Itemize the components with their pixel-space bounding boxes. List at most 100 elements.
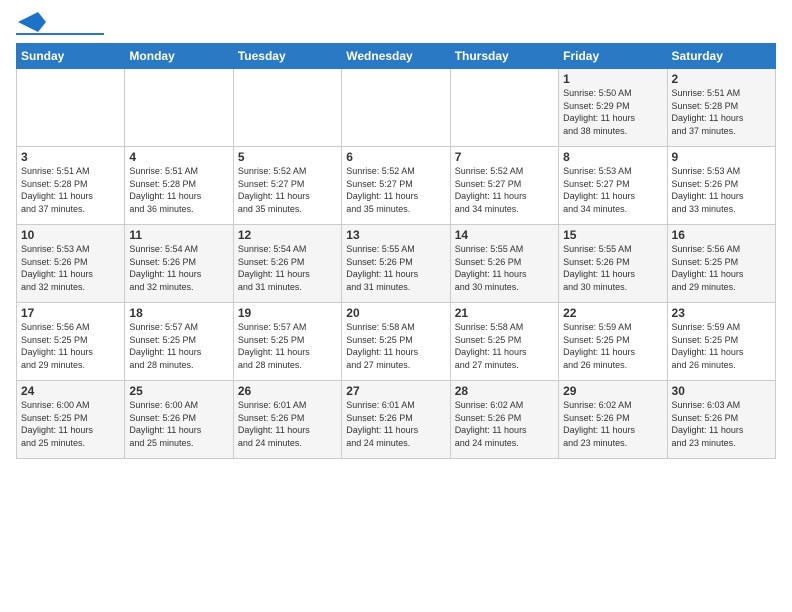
day-info: Sunrise: 5:59 AM Sunset: 5:25 PM Dayligh… — [672, 321, 771, 371]
day-number: 19 — [238, 306, 337, 320]
day-number: 22 — [563, 306, 662, 320]
calendar-cell: 1Sunrise: 5:50 AM Sunset: 5:29 PM Daylig… — [559, 69, 667, 147]
day-info: Sunrise: 5:58 AM Sunset: 5:25 PM Dayligh… — [455, 321, 554, 371]
day-info: Sunrise: 5:56 AM Sunset: 5:25 PM Dayligh… — [672, 243, 771, 293]
day-number: 8 — [563, 150, 662, 164]
day-number: 16 — [672, 228, 771, 242]
day-number: 28 — [455, 384, 554, 398]
calendar-header-row: SundayMondayTuesdayWednesdayThursdayFrid… — [17, 44, 776, 69]
weekday-header: Sunday — [17, 44, 125, 69]
calendar-cell: 14Sunrise: 5:55 AM Sunset: 5:26 PM Dayli… — [450, 225, 558, 303]
day-number: 9 — [672, 150, 771, 164]
calendar-cell: 27Sunrise: 6:01 AM Sunset: 5:26 PM Dayli… — [342, 381, 450, 459]
calendar-cell — [233, 69, 341, 147]
calendar-cell: 11Sunrise: 5:54 AM Sunset: 5:26 PM Dayli… — [125, 225, 233, 303]
calendar-cell: 6Sunrise: 5:52 AM Sunset: 5:27 PM Daylig… — [342, 147, 450, 225]
calendar-cell: 25Sunrise: 6:00 AM Sunset: 5:26 PM Dayli… — [125, 381, 233, 459]
day-info: Sunrise: 5:51 AM Sunset: 5:28 PM Dayligh… — [672, 87, 771, 137]
day-info: Sunrise: 5:50 AM Sunset: 5:29 PM Dayligh… — [563, 87, 662, 137]
calendar-cell: 3Sunrise: 5:51 AM Sunset: 5:28 PM Daylig… — [17, 147, 125, 225]
calendar-cell: 26Sunrise: 6:01 AM Sunset: 5:26 PM Dayli… — [233, 381, 341, 459]
day-info: Sunrise: 5:52 AM Sunset: 5:27 PM Dayligh… — [455, 165, 554, 215]
day-info: Sunrise: 5:52 AM Sunset: 5:27 PM Dayligh… — [346, 165, 445, 215]
day-number: 14 — [455, 228, 554, 242]
calendar-cell: 8Sunrise: 5:53 AM Sunset: 5:27 PM Daylig… — [559, 147, 667, 225]
weekday-header: Tuesday — [233, 44, 341, 69]
calendar-cell: 4Sunrise: 5:51 AM Sunset: 5:28 PM Daylig… — [125, 147, 233, 225]
calendar-cell: 19Sunrise: 5:57 AM Sunset: 5:25 PM Dayli… — [233, 303, 341, 381]
day-info: Sunrise: 5:51 AM Sunset: 5:28 PM Dayligh… — [129, 165, 228, 215]
calendar-cell: 20Sunrise: 5:58 AM Sunset: 5:25 PM Dayli… — [342, 303, 450, 381]
calendar-week-row: 24Sunrise: 6:00 AM Sunset: 5:25 PM Dayli… — [17, 381, 776, 459]
day-info: Sunrise: 5:55 AM Sunset: 5:26 PM Dayligh… — [563, 243, 662, 293]
day-info: Sunrise: 5:59 AM Sunset: 5:25 PM Dayligh… — [563, 321, 662, 371]
day-info: Sunrise: 5:58 AM Sunset: 5:25 PM Dayligh… — [346, 321, 445, 371]
day-info: Sunrise: 6:00 AM Sunset: 5:25 PM Dayligh… — [21, 399, 120, 449]
calendar-cell: 7Sunrise: 5:52 AM Sunset: 5:27 PM Daylig… — [450, 147, 558, 225]
calendar-cell: 29Sunrise: 6:02 AM Sunset: 5:26 PM Dayli… — [559, 381, 667, 459]
day-info: Sunrise: 6:01 AM Sunset: 5:26 PM Dayligh… — [238, 399, 337, 449]
day-number: 30 — [672, 384, 771, 398]
page-header — [16, 16, 776, 35]
day-number: 7 — [455, 150, 554, 164]
logo — [16, 16, 104, 35]
day-info: Sunrise: 5:53 AM Sunset: 5:26 PM Dayligh… — [21, 243, 120, 293]
weekday-header: Monday — [125, 44, 233, 69]
day-info: Sunrise: 5:56 AM Sunset: 5:25 PM Dayligh… — [21, 321, 120, 371]
day-info: Sunrise: 6:02 AM Sunset: 5:26 PM Dayligh… — [563, 399, 662, 449]
calendar-cell: 9Sunrise: 5:53 AM Sunset: 5:26 PM Daylig… — [667, 147, 775, 225]
day-number: 21 — [455, 306, 554, 320]
calendar-cell: 10Sunrise: 5:53 AM Sunset: 5:26 PM Dayli… — [17, 225, 125, 303]
day-info: Sunrise: 5:57 AM Sunset: 5:25 PM Dayligh… — [238, 321, 337, 371]
day-info: Sunrise: 5:53 AM Sunset: 5:27 PM Dayligh… — [563, 165, 662, 215]
day-number: 11 — [129, 228, 228, 242]
day-info: Sunrise: 5:53 AM Sunset: 5:26 PM Dayligh… — [672, 165, 771, 215]
day-info: Sunrise: 5:54 AM Sunset: 5:26 PM Dayligh… — [238, 243, 337, 293]
calendar-cell: 24Sunrise: 6:00 AM Sunset: 5:25 PM Dayli… — [17, 381, 125, 459]
day-number: 29 — [563, 384, 662, 398]
day-info: Sunrise: 5:51 AM Sunset: 5:28 PM Dayligh… — [21, 165, 120, 215]
day-number: 6 — [346, 150, 445, 164]
weekday-header: Saturday — [667, 44, 775, 69]
day-info: Sunrise: 5:55 AM Sunset: 5:26 PM Dayligh… — [455, 243, 554, 293]
weekday-header: Friday — [559, 44, 667, 69]
day-info: Sunrise: 6:01 AM Sunset: 5:26 PM Dayligh… — [346, 399, 445, 449]
calendar-cell: 16Sunrise: 5:56 AM Sunset: 5:25 PM Dayli… — [667, 225, 775, 303]
day-info: Sunrise: 5:57 AM Sunset: 5:25 PM Dayligh… — [129, 321, 228, 371]
day-number: 20 — [346, 306, 445, 320]
day-number: 23 — [672, 306, 771, 320]
day-number: 26 — [238, 384, 337, 398]
day-number: 15 — [563, 228, 662, 242]
calendar-cell: 18Sunrise: 5:57 AM Sunset: 5:25 PM Dayli… — [125, 303, 233, 381]
calendar-week-row: 17Sunrise: 5:56 AM Sunset: 5:25 PM Dayli… — [17, 303, 776, 381]
day-number: 18 — [129, 306, 228, 320]
day-number: 1 — [563, 72, 662, 86]
day-info: Sunrise: 6:03 AM Sunset: 5:26 PM Dayligh… — [672, 399, 771, 449]
calendar-cell — [450, 69, 558, 147]
day-number: 12 — [238, 228, 337, 242]
day-number: 10 — [21, 228, 120, 242]
calendar-cell: 23Sunrise: 5:59 AM Sunset: 5:25 PM Dayli… — [667, 303, 775, 381]
day-number: 4 — [129, 150, 228, 164]
calendar-cell — [17, 69, 125, 147]
calendar-cell — [342, 69, 450, 147]
weekday-header: Thursday — [450, 44, 558, 69]
weekday-header: Wednesday — [342, 44, 450, 69]
day-info: Sunrise: 6:00 AM Sunset: 5:26 PM Dayligh… — [129, 399, 228, 449]
day-number: 17 — [21, 306, 120, 320]
calendar-cell: 13Sunrise: 5:55 AM Sunset: 5:26 PM Dayli… — [342, 225, 450, 303]
calendar-week-row: 3Sunrise: 5:51 AM Sunset: 5:28 PM Daylig… — [17, 147, 776, 225]
day-number: 25 — [129, 384, 228, 398]
day-number: 13 — [346, 228, 445, 242]
calendar-week-row: 10Sunrise: 5:53 AM Sunset: 5:26 PM Dayli… — [17, 225, 776, 303]
calendar-table: SundayMondayTuesdayWednesdayThursdayFrid… — [16, 43, 776, 459]
calendar-cell — [125, 69, 233, 147]
day-number: 2 — [672, 72, 771, 86]
day-number: 5 — [238, 150, 337, 164]
day-number: 24 — [21, 384, 120, 398]
calendar-week-row: 1Sunrise: 5:50 AM Sunset: 5:29 PM Daylig… — [17, 69, 776, 147]
day-info: Sunrise: 5:54 AM Sunset: 5:26 PM Dayligh… — [129, 243, 228, 293]
day-number: 3 — [21, 150, 120, 164]
calendar-cell: 17Sunrise: 5:56 AM Sunset: 5:25 PM Dayli… — [17, 303, 125, 381]
day-info: Sunrise: 6:02 AM Sunset: 5:26 PM Dayligh… — [455, 399, 554, 449]
